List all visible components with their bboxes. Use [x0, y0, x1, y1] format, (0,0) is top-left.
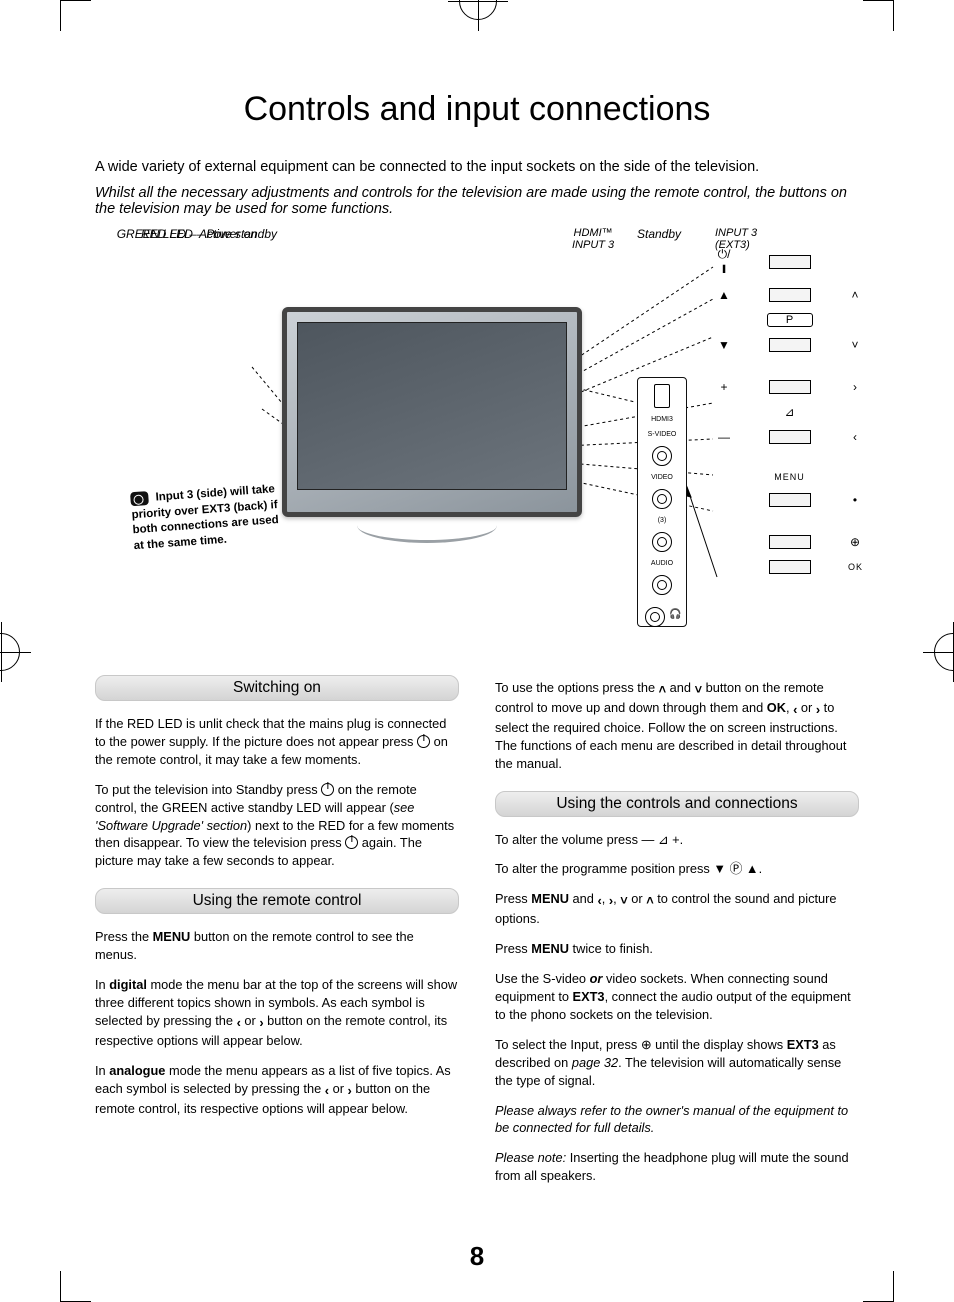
page-number: 8	[0, 1241, 954, 1272]
intro-line-1: A wide variety of external equipment can…	[95, 159, 859, 175]
headphone-icon: 🎧	[669, 609, 681, 620]
prog-letter-row: P	[717, 313, 862, 327]
label-hdmi-input3: HDMI™ INPUT 3	[572, 227, 614, 251]
video-jack-icon	[652, 489, 672, 509]
connections-diagram: Standby RED LED – Power on GREEN LED – A…	[97, 227, 857, 627]
audio-l-jack-icon	[652, 532, 672, 552]
vol-icon-row: ⊿	[717, 405, 862, 419]
input-row: ⊕	[717, 535, 862, 549]
label-svideo: S-VIDEO	[648, 431, 677, 438]
cc-p6: To select the Input, press ⊕ until the d…	[495, 1036, 859, 1090]
switching-on-p1: If the RED LED is unlit check that the m…	[95, 715, 459, 769]
heading-using-remote: Using the remote control	[95, 888, 459, 914]
heading-switching-on: Switching on	[95, 675, 459, 701]
vol-up-button	[769, 380, 811, 394]
label-green-led: GREEN LED – Active standby	[97, 227, 277, 241]
crop-mark	[863, 1271, 894, 1302]
prog-up-button	[769, 288, 811, 302]
crop-mark	[60, 1271, 91, 1302]
page-title: Controls and input connections	[95, 90, 859, 129]
cc-p8: Please note: Inserting the headphone plu…	[495, 1149, 859, 1185]
power-icon	[417, 735, 430, 748]
svideo-jack-icon	[652, 446, 672, 466]
ok-row: OK	[717, 560, 862, 574]
label-3: (3)	[642, 517, 682, 524]
cc-p3: Press MENU and ‹, ›, ˅ or ˄ to control t…	[495, 890, 859, 928]
input-icon: ⊕	[848, 535, 862, 549]
switching-on-p2: To put the television into Standby press…	[95, 781, 459, 871]
vol-down-row: —‹	[717, 430, 862, 444]
menu-button-row: •	[717, 493, 862, 507]
registration-mark	[459, 0, 497, 20]
standby-button	[769, 255, 811, 269]
power-icon: ⏻/❙	[717, 247, 731, 277]
registration-mark	[0, 633, 20, 671]
manual-page: Controls and input connections A wide va…	[0, 0, 954, 1302]
registration-mark	[934, 633, 954, 671]
side-input-panel: HDMI3 S-VIDEO VIDEO (3) AUDIO	[637, 377, 687, 627]
prog-down-row: ▼˅	[717, 338, 862, 352]
cc-p5: Use the S-video or video sockets. When c…	[495, 970, 859, 1024]
tv-stand-illustration	[357, 512, 497, 543]
priority-note-text: Input 3 (side) will take priority over E…	[131, 483, 279, 551]
priority-note: Input 3 (side) will take priority over E…	[130, 482, 284, 554]
menu-row: MENU	[717, 472, 862, 482]
input-icon: ⊕	[641, 1037, 652, 1052]
vol-up-row: +›	[717, 380, 862, 394]
right-column: To use the options press the ˄ and ˅ but…	[495, 657, 859, 1197]
standby-button-row: ⏻/❙	[717, 247, 862, 277]
heading-controls-connections: Using the controls and connections	[495, 791, 859, 817]
label-audio: AUDIO	[651, 560, 673, 567]
crop-mark	[60, 0, 91, 31]
vol-down-button	[769, 430, 811, 444]
cc-p7: Please always refer to the owner's manua…	[495, 1102, 859, 1138]
note-icon	[130, 491, 149, 506]
p-label: P	[767, 313, 813, 327]
power-icon	[321, 783, 334, 796]
tv-illustration	[282, 307, 582, 517]
tv-button-panel: ⏻/❙ ▲˄ P ▼˅ +› ⊿ —‹ MENU • ⊕ OK	[717, 247, 862, 574]
label-hdmi3: HDMI3	[651, 416, 673, 423]
options-continuation: To use the options press the ˄ and ˅ but…	[495, 679, 859, 773]
crop-mark	[863, 0, 894, 31]
menu-button	[769, 493, 811, 507]
cc-p1: To alter the volume press — ⊿ +.	[495, 831, 859, 849]
input-button	[769, 535, 811, 549]
ok-label: OK	[848, 562, 862, 572]
menu-label: MENU	[774, 472, 805, 482]
label-standby: Standby	[637, 227, 681, 241]
label-video: VIDEO	[651, 474, 673, 481]
audio-r-jack-icon	[652, 575, 672, 595]
cc-p4: Press MENU twice to finish.	[495, 940, 859, 958]
cc-p2: To alter the programme position press ▼ …	[495, 860, 859, 878]
prog-up-row: ▲˄	[717, 288, 862, 302]
ok-button	[769, 560, 811, 574]
prog-down-button	[769, 338, 811, 352]
intro-line-2: Whilst all the necessary adjustments and…	[95, 185, 859, 217]
remote-p2: In digital mode the menu bar at the top …	[95, 976, 459, 1050]
hdmi-port-icon	[654, 384, 670, 408]
remote-p1: Press the MENU button on the remote cont…	[95, 928, 459, 964]
power-icon	[345, 836, 358, 849]
headphone-jack-icon	[645, 607, 665, 627]
left-column: Switching on If the RED LED is unlit che…	[95, 657, 459, 1197]
body-columns: Switching on If the RED LED is unlit che…	[95, 657, 859, 1197]
remote-p3: In analogue mode the menu appears as a l…	[95, 1062, 459, 1118]
